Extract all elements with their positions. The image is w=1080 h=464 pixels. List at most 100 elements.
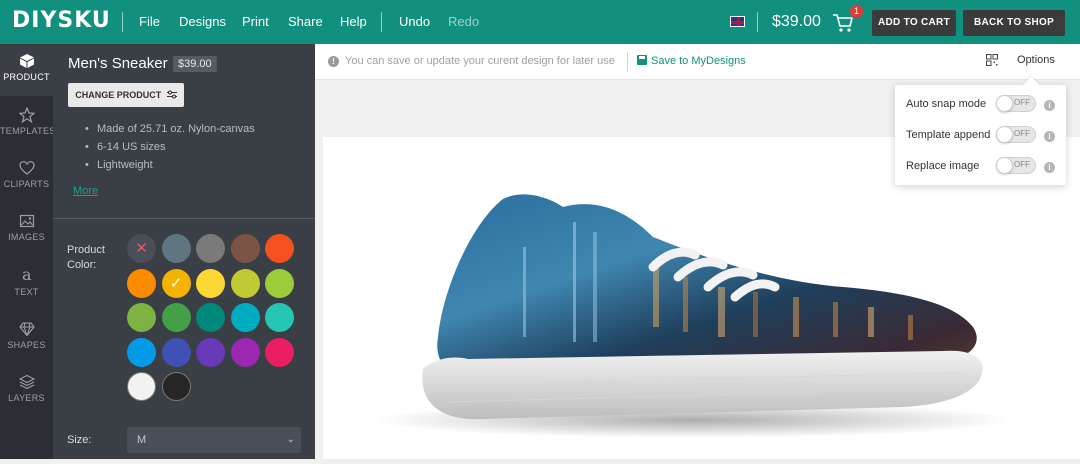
color-swatch[interactable]: ✕ <box>127 234 156 263</box>
image-icon <box>19 214 34 228</box>
selected-check-icon <box>196 269 225 298</box>
rail-label: CLIPARTS <box>3 179 50 189</box>
list-item: Lightweight <box>85 156 255 174</box>
color-swatch[interactable] <box>230 303 260 332</box>
selected-check-icon <box>162 234 191 263</box>
chevron-down-icon: ⌄ <box>286 434 295 445</box>
rail-item-layers[interactable]: LAYERS <box>0 365 53 417</box>
menu-file[interactable]: File <box>139 14 160 29</box>
change-product-button[interactable]: CHANGE PRODUCT <box>68 83 184 107</box>
selected-check-icon <box>231 234 260 263</box>
option-label: Replace image <box>906 160 980 172</box>
option-auto-snap: Auto snap mode OFF i <box>895 88 1066 120</box>
selected-check-icon <box>265 269 294 298</box>
menu-share[interactable]: Share <box>288 14 323 29</box>
product-title: Men's Sneaker <box>68 55 168 72</box>
product-color-label: Product Color: <box>67 244 105 271</box>
menu-designs[interactable]: Designs <box>179 14 226 29</box>
toggle-knob <box>996 95 1013 112</box>
color-swatch[interactable]: ✓ <box>161 268 191 298</box>
save-to-mydesigns-link[interactable]: Save to MyDesigns <box>637 55 746 67</box>
color-swatch[interactable] <box>127 303 156 332</box>
selected-check-icon <box>196 338 225 367</box>
product-panel: Men's Sneaker $39.00 CHANGE PRODUCT Made… <box>53 44 315 459</box>
option-template-append: Template append OFF i <box>895 119 1066 151</box>
selected-check-icon <box>127 303 156 332</box>
heart-icon <box>18 161 35 175</box>
size-select[interactable]: M ⌄ <box>127 427 301 453</box>
menu-print[interactable]: Print <box>242 14 269 29</box>
tool-rail: PRODUCT TEMPLATES CLIPARTS IMAGES a TEXT… <box>0 44 56 459</box>
color-swatch[interactable] <box>230 337 260 367</box>
divider <box>757 12 758 32</box>
color-swatch[interactable] <box>127 372 156 401</box>
option-replace-image: Replace image OFF i <box>895 150 1066 182</box>
rail-label: IMAGES <box>8 232 45 242</box>
rail-label: TEXT <box>14 287 39 297</box>
options-button[interactable]: Options <box>1017 54 1055 66</box>
color-swatch[interactable] <box>161 303 191 332</box>
color-swatch[interactable] <box>230 234 260 263</box>
color-swatch[interactable] <box>196 303 225 332</box>
star-icon <box>18 107 35 123</box>
rail-item-shapes[interactable]: SHAPES <box>0 312 53 364</box>
color-swatch[interactable] <box>230 268 260 298</box>
selected-check-icon: ✓ <box>169 274 183 292</box>
color-swatch[interactable] <box>161 372 191 401</box>
cart-total-price: $39.00 <box>772 13 821 30</box>
selected-check-icon <box>127 269 156 298</box>
info-icon[interactable]: i <box>1044 100 1055 111</box>
layers-icon <box>18 374 35 390</box>
color-swatch[interactable] <box>265 337 294 367</box>
redo-button[interactable]: Redo <box>448 14 479 29</box>
info-icon[interactable]: i <box>1044 131 1055 142</box>
rail-item-cliparts[interactable]: CLIPARTS <box>0 151 53 203</box>
color-swatch[interactable] <box>161 234 191 263</box>
more-link[interactable]: More <box>73 185 98 197</box>
color-swatch[interactable] <box>127 337 156 367</box>
selected-check-icon <box>265 303 294 332</box>
color-swatch[interactable] <box>265 303 294 332</box>
undo-button[interactable]: Undo <box>399 14 430 29</box>
color-swatch[interactable] <box>265 234 294 263</box>
info-icon[interactable]: i <box>1044 162 1055 173</box>
save-disk-icon <box>637 55 647 65</box>
color-swatch[interactable] <box>127 268 156 298</box>
color-swatch[interactable] <box>196 268 225 298</box>
selected-check-icon <box>231 338 260 367</box>
toggle-knob <box>996 126 1013 143</box>
selected-check-icon <box>196 234 225 263</box>
toggle-knob <box>996 157 1013 174</box>
info-icon: ! <box>328 56 339 67</box>
size-label: Size: <box>67 434 92 446</box>
selected-check-icon <box>231 269 260 298</box>
auto-snap-toggle[interactable]: OFF <box>996 95 1036 112</box>
rail-item-templates[interactable]: TEMPLATES <box>0 98 56 150</box>
top-bar: DIYSKU File Designs Print Share Help Und… <box>0 0 1080 44</box>
design-canvas[interactable] <box>323 137 1080 459</box>
text-icon: a <box>22 266 32 284</box>
box-icon <box>19 54 34 68</box>
qr-code-icon[interactable] <box>986 54 998 66</box>
cart-count-badge: 1 <box>850 5 863 18</box>
rail-item-product[interactable]: PRODUCT <box>0 44 53 96</box>
save-link-label: Save to MyDesigns <box>651 55 746 67</box>
back-to-shop-button[interactable]: BACK TO SHOP <box>963 10 1065 36</box>
selected-check-icon <box>162 338 191 367</box>
color-swatch[interactable] <box>265 268 294 298</box>
template-append-toggle[interactable]: OFF <box>996 126 1036 143</box>
change-product-label: CHANGE PRODUCT <box>75 90 162 100</box>
menu-help[interactable]: Help <box>340 14 367 29</box>
uk-flag-icon[interactable] <box>730 16 745 27</box>
diamond-icon <box>18 322 35 337</box>
selected-check-icon <box>127 338 156 367</box>
color-swatch[interactable] <box>196 337 225 367</box>
rail-item-images[interactable]: IMAGES <box>0 204 53 256</box>
replace-image-toggle[interactable]: OFF <box>996 157 1036 174</box>
color-swatch[interactable] <box>161 337 191 367</box>
color-swatch[interactable] <box>196 234 225 263</box>
rail-label: TEMPLATES <box>0 126 56 136</box>
add-to-cart-button[interactable]: ADD TO CART <box>872 10 956 36</box>
rail-item-text[interactable]: a TEXT <box>0 257 53 309</box>
sneaker-image[interactable] <box>323 137 1080 459</box>
